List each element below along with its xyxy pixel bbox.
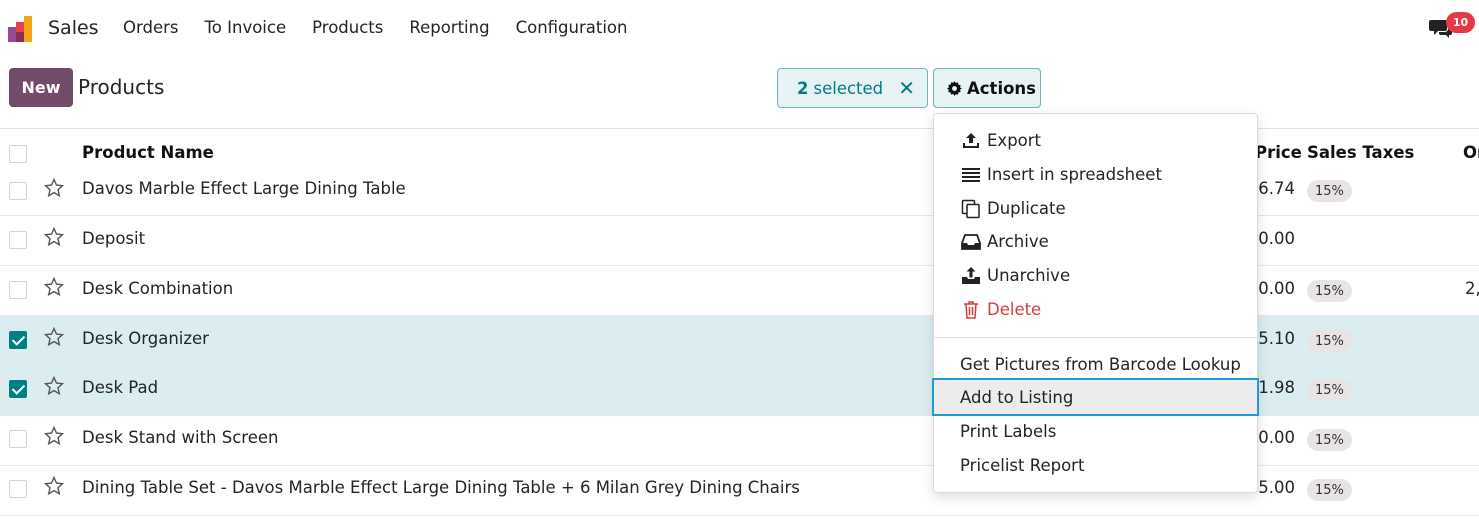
page-title[interactable]: Products [78, 75, 164, 99]
row-checkbox[interactable] [9, 480, 27, 498]
menu-products[interactable]: Products [312, 18, 383, 37]
menu-configuration[interactable]: Configuration [516, 18, 628, 37]
header-extra[interactable]: Or [1463, 143, 1479, 162]
trash-icon [964, 301, 978, 319]
star-icon[interactable] [44, 227, 64, 247]
dropdown-divider [934, 337, 1257, 338]
list-icon [962, 168, 980, 182]
main-menu: Orders To Invoice Products Reporting Con… [123, 18, 653, 37]
header-sales-taxes[interactable]: Sales Taxes [1307, 143, 1414, 162]
selected-label: selected [813, 78, 884, 98]
action-export[interactable]: Export [934, 123, 1257, 157]
star-icon[interactable] [44, 277, 64, 297]
sales-app-icon[interactable] [7, 15, 37, 43]
upload-icon [963, 133, 979, 148]
star-icon[interactable] [44, 376, 64, 396]
action-insert-spreadsheet[interactable]: Insert in spreadsheet [934, 157, 1257, 191]
product-name: Dining Table Set - Davos Marble Effect L… [82, 478, 800, 497]
menu-orders[interactable]: Orders [123, 18, 179, 37]
select-all-checkbox[interactable] [9, 145, 27, 163]
product-name: Desk Pad [82, 378, 159, 397]
gear-icon [947, 80, 962, 96]
row-checkbox[interactable] [9, 231, 27, 249]
notification-badge: 10 [1446, 12, 1475, 33]
product-name: Desk Combination [82, 279, 234, 298]
tax-badge: 15% [1307, 330, 1352, 352]
tax-badge: 15% [1307, 180, 1352, 202]
selected-count: 2 [797, 78, 809, 98]
new-button[interactable]: New [9, 68, 73, 107]
product-price: 1.98 [1258, 378, 1295, 397]
unarchive-icon [962, 267, 980, 284]
row-checkbox[interactable] [9, 380, 27, 398]
product-name: Desk Organizer [82, 329, 209, 348]
action-delete[interactable]: Delete [934, 292, 1257, 326]
header-product-name[interactable]: Product Name [82, 143, 214, 162]
row-checkbox[interactable] [9, 331, 27, 349]
row-checkbox[interactable] [9, 182, 27, 200]
action-print-labels[interactable]: Print Labels [934, 414, 1257, 448]
clear-selection-icon[interactable]: ✕ [898, 76, 915, 100]
action-duplicate[interactable]: Duplicate [934, 191, 1257, 225]
product-name: Deposit [82, 229, 146, 248]
action-pricelist-report[interactable]: Pricelist Report [934, 448, 1257, 482]
action-barcode-lookup[interactable]: Get Pictures from Barcode Lookup [934, 347, 1257, 381]
action-archive[interactable]: Archive [934, 224, 1257, 258]
actions-dropdown: Export Insert in spreadsheet Duplicate A… [932, 113, 1259, 493]
actions-button[interactable]: Actions [933, 68, 1041, 108]
menu-to-invoice[interactable]: To Invoice [205, 18, 287, 37]
tax-badge: 15% [1307, 479, 1352, 501]
app-name[interactable]: Sales [48, 17, 99, 39]
copy-icon [961, 199, 980, 219]
row-checkbox[interactable] [9, 281, 27, 299]
tax-badge: 15% [1307, 280, 1352, 302]
product-name: Davos Marble Effect Large Dining Table [82, 179, 406, 198]
product-name: Desk Stand with Screen [82, 428, 279, 447]
star-icon[interactable] [44, 327, 64, 347]
selection-indicator: 2 selected ✕ [777, 68, 928, 108]
header-price[interactable]: Price [1255, 143, 1302, 162]
row-checkbox[interactable] [9, 430, 27, 448]
star-icon[interactable] [44, 476, 64, 496]
tax-badge: 15% [1307, 429, 1352, 451]
extra-value: 2, [1465, 279, 1479, 298]
top-navbar: Sales Orders To Invoice Products Reporti… [0, 0, 1479, 56]
inbox-icon [961, 234, 981, 250]
star-icon[interactable] [44, 178, 64, 198]
action-unarchive[interactable]: Unarchive [934, 258, 1257, 292]
actions-label: Actions [967, 78, 1036, 98]
product-price: 5.10 [1258, 329, 1295, 348]
menu-reporting[interactable]: Reporting [409, 18, 489, 37]
star-icon[interactable] [44, 426, 64, 446]
action-add-to-listing[interactable]: Add to Listing [932, 378, 1259, 416]
tax-badge: 15% [1307, 379, 1352, 401]
